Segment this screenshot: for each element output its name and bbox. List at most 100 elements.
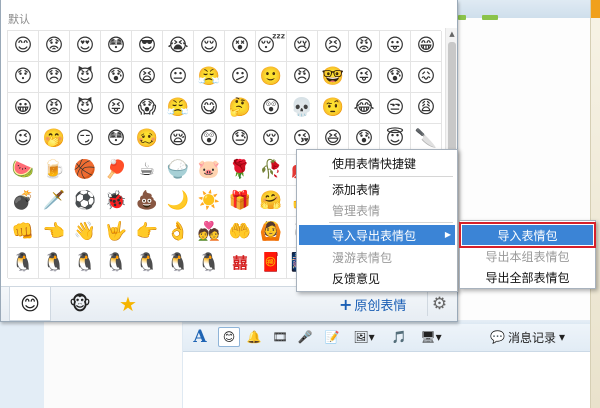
emoji-cell[interactable]: 😛: [380, 31, 411, 62]
submenu-item-export-all[interactable]: 导出全部表情包: [462, 267, 593, 287]
emoji-cell[interactable]: 😊: [8, 31, 39, 62]
emoji-cell[interactable]: 😲: [256, 93, 287, 124]
emoji-cell[interactable]: 🐧: [39, 248, 70, 279]
emoji-cell[interactable]: 🤟: [101, 217, 132, 248]
emoji-cell[interactable]: 🐞: [101, 186, 132, 217]
font-icon[interactable]: A: [192, 327, 208, 347]
emoji-cell[interactable]: 😈: [70, 62, 101, 93]
emoji-cell[interactable]: 💀: [287, 93, 318, 124]
emoji-cell[interactable]: 🥀: [256, 155, 287, 186]
emoji-cell[interactable]: 🥴: [132, 124, 163, 155]
voice-icon[interactable]: 🎤: [297, 327, 313, 347]
emoji-cell[interactable]: 👈: [39, 217, 70, 248]
emoji-cell[interactable]: 🐧: [70, 248, 101, 279]
scroll-up-icon[interactable]: ▲: [446, 28, 458, 40]
emoji-cell[interactable]: ☕: [132, 155, 163, 186]
create-emoji-button[interactable]: + 原创表情: [339, 295, 406, 314]
emoji-cell[interactable]: 🙆: [256, 217, 287, 248]
emoji-cell[interactable]: 😣: [318, 31, 349, 62]
emoji-cell[interactable]: 😰: [101, 62, 132, 93]
emoji-cell[interactable]: 🤗: [256, 186, 287, 217]
emoji-cell[interactable]: 😤: [194, 62, 225, 93]
emoji-cell[interactable]: 🍉: [8, 155, 39, 186]
submenu-item-import[interactable]: 导入表情包: [459, 222, 596, 248]
emoji-cell[interactable]: 🤲: [225, 217, 256, 248]
emoji-cell[interactable]: 😡: [39, 93, 70, 124]
emoji-cell[interactable]: 💣: [8, 186, 39, 217]
video-icon[interactable]: 🎞: [271, 327, 289, 347]
message-history-button[interactable]: 💬 消息记录 ▾: [490, 327, 580, 347]
emoji-cell[interactable]: 😉: [8, 124, 39, 155]
emoji-cell[interactable]: 😐: [163, 62, 194, 93]
menu-item-import-export[interactable]: 导入导出表情包 ▶: [299, 225, 455, 245]
emoji-cell[interactable]: 🐧: [163, 248, 194, 279]
emoji-cell[interactable]: 👉: [132, 217, 163, 248]
menu-item-shortcut[interactable]: 使用表情快捷键: [299, 153, 455, 173]
emoji-cell[interactable]: 🧧: [256, 248, 287, 279]
emoji-cell[interactable]: 😱: [132, 93, 163, 124]
emoji-cell[interactable]: 😝: [101, 93, 132, 124]
emoji-cell[interactable]: 👊: [8, 217, 39, 248]
emoji-cell[interactable]: ⚽: [70, 186, 101, 217]
emoji-cell[interactable]: 😫: [132, 62, 163, 93]
emoji-cell[interactable]: 🤔: [225, 93, 256, 124]
emoji-cell[interactable]: 👌: [163, 217, 194, 248]
emoji-cell[interactable]: 🙂: [256, 62, 287, 93]
emoji-cell[interactable]: 🐷: [194, 155, 225, 186]
emoji-cell[interactable]: 😢: [287, 31, 318, 62]
emoji-cell[interactable]: 🤨: [318, 93, 349, 124]
emoji-cell[interactable]: ☀️: [194, 186, 225, 217]
emoji-cell[interactable]: 😪: [163, 124, 194, 155]
emoji-cell[interactable]: 😒: [380, 93, 411, 124]
emoji-cell[interactable]: 🏀: [70, 155, 101, 186]
emoji-cell[interactable]: 😳: [101, 124, 132, 155]
emoji-cell[interactable]: 🐧: [101, 248, 132, 279]
emoji-cell[interactable]: 👋: [70, 217, 101, 248]
emoji-cell[interactable]: 😍: [70, 31, 101, 62]
emoji-cell[interactable]: 🐧: [8, 248, 39, 279]
emoji-cell[interactable]: 💩: [132, 186, 163, 217]
note-icon[interactable]: 📝: [323, 327, 341, 347]
emoji-cell[interactable]: 🐧: [194, 248, 225, 279]
emoji-cell[interactable]: 😎: [132, 31, 163, 62]
tab-default-emoji[interactable]: 😊: [9, 287, 51, 321]
emoji-cell[interactable]: 🐧: [132, 248, 163, 279]
emoji-cell[interactable]: 😓: [225, 124, 256, 155]
emoji-cell[interactable]: 😏: [70, 124, 101, 155]
emoji-cell[interactable]: 😜: [349, 62, 380, 93]
emoji-cell[interactable]: 😭: [163, 31, 194, 62]
menu-item-add[interactable]: 添加表情: [299, 179, 455, 199]
emoji-cell[interactable]: 🏓: [101, 155, 132, 186]
tab-favorites[interactable]: ★: [107, 287, 149, 321]
emoji-cell[interactable]: 😌: [194, 31, 225, 62]
emoji-cell[interactable]: 🌹: [225, 155, 256, 186]
emoji-cell[interactable]: 😞: [39, 62, 70, 93]
image-dropdown-icon[interactable]: 🖼▾: [349, 327, 379, 347]
emoji-cell[interactable]: 🍺: [39, 155, 70, 186]
emoji-cell[interactable]: 😈: [70, 93, 101, 124]
emoji-cell[interactable]: 😰: [380, 62, 411, 93]
emoji-cell[interactable]: 😤: [163, 93, 194, 124]
emoji-cell[interactable]: 😯: [8, 62, 39, 93]
emoji-cell[interactable]: 😠: [287, 62, 318, 93]
emoji-cell[interactable]: 😁: [411, 31, 442, 62]
emoji-cell[interactable]: 😟: [39, 31, 70, 62]
emoji-cell[interactable]: 🍚: [163, 155, 194, 186]
emoji-button[interactable]: 😊: [218, 327, 240, 347]
emoji-cell[interactable]: 🗡️: [39, 186, 70, 217]
emoji-cell[interactable]: 💑: [194, 217, 225, 248]
music-icon[interactable]: 🎵: [391, 327, 407, 347]
emoji-cell[interactable]: 😋: [194, 93, 225, 124]
menu-item-feedback[interactable]: 反馈意见: [299, 268, 455, 288]
emoji-cell[interactable]: 😳: [101, 31, 132, 62]
emoji-cell[interactable]: 😩: [411, 93, 442, 124]
shake-icon[interactable]: 🔔: [245, 327, 263, 347]
emoji-cell[interactable]: 😲: [194, 124, 225, 155]
emoji-cell[interactable]: 🤓: [318, 62, 349, 93]
emoji-cell[interactable]: 😖: [411, 62, 442, 93]
emoji-cell[interactable]: 😂: [349, 93, 380, 124]
screenshot-dropdown-icon[interactable]: 🖥▾: [416, 327, 446, 347]
settings-button[interactable]: ⚙: [427, 292, 451, 316]
emoji-cell[interactable]: 囍: [225, 248, 256, 279]
emoji-cell[interactable]: 🎁: [225, 186, 256, 217]
